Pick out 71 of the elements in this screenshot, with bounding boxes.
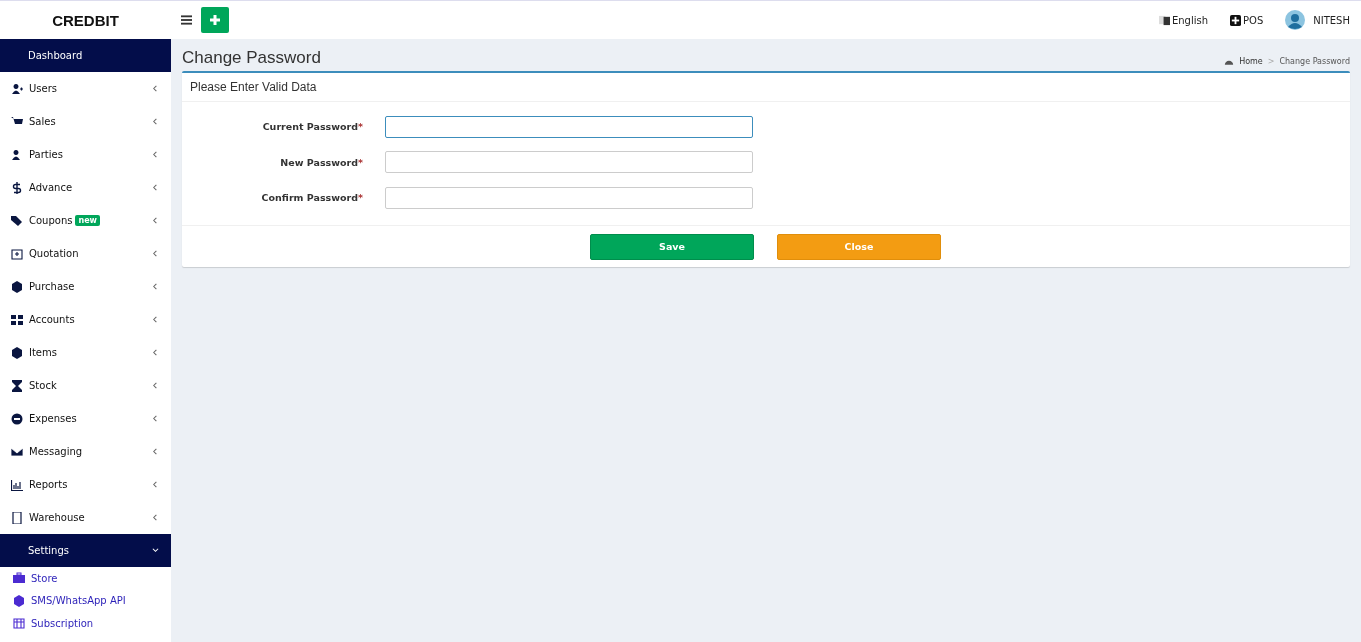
chevron-left-icon (152, 250, 159, 257)
form-heading: Please Enter Valid Data (182, 73, 1350, 102)
submenu-item[interactable]: SMS/WhatsApp API (0, 589, 171, 612)
chevron-left-icon (152, 217, 159, 224)
plus-square-icon (1230, 14, 1241, 26)
envelope-icon (11, 445, 23, 458)
sidebar-item[interactable]: Warehouse (0, 501, 171, 534)
sidebar-item[interactable]: Settings (0, 534, 171, 567)
sidebar-item[interactable]: Users (0, 72, 171, 105)
calendar-icon (11, 247, 23, 260)
sidebar-item[interactable]: Items (0, 336, 171, 369)
sidebar-item[interactable]: Advance (0, 171, 171, 204)
menu-icon[interactable] (181, 15, 192, 25)
plus-icon (210, 15, 220, 25)
chevron-left-icon (152, 382, 159, 389)
breadcrumb-separator: > (1267, 57, 1275, 66)
chevron-left-icon (152, 283, 159, 290)
chevron-left-icon (152, 184, 159, 191)
sidebar-item[interactable]: Parties (0, 138, 171, 171)
sidebar-item[interactable]: Sales (0, 105, 171, 138)
briefcase-icon (13, 572, 25, 585)
sidebar-item[interactable]: Purchase (0, 270, 171, 303)
tag-icon (11, 214, 23, 227)
dollar-icon (11, 181, 23, 194)
user-add-icon (11, 82, 23, 95)
bar-chart-icon (11, 478, 23, 491)
minus-circle-icon (11, 412, 23, 425)
sidebar-item[interactable]: Messaging (0, 435, 171, 468)
page-title: Change Password (182, 48, 321, 68)
chevron-left-icon (152, 349, 159, 356)
sidebar-item[interactable]: Dashboard (0, 39, 171, 72)
chevron-left-icon (152, 448, 159, 455)
calendar-icon (13, 617, 25, 630)
chevron-left-icon (152, 481, 159, 488)
language-link[interactable]: English (1158, 14, 1208, 26)
submenu-item[interactable]: Subscription (0, 612, 171, 635)
sidebar-item[interactable]: Coupons new (0, 204, 171, 237)
new-badge: new (75, 215, 100, 226)
chevron-left-icon (152, 316, 159, 323)
sidebar-item[interactable]: Quotation (0, 237, 171, 270)
add-button[interactable] (201, 7, 229, 33)
sidebar-item[interactable]: Accounts (0, 303, 171, 336)
breadcrumb-link[interactable]: Change Password (1279, 57, 1350, 66)
brand-logo[interactable]: CREDBIT (0, 11, 171, 29)
grid-icon (11, 313, 23, 326)
field-label: Current Password* (261, 121, 363, 133)
cubes-icon (11, 346, 23, 359)
password-field[interactable] (385, 186, 753, 209)
building-icon (11, 511, 23, 524)
chevron-left-icon (152, 85, 159, 92)
password-field[interactable] (385, 151, 753, 174)
chevron-down-icon (152, 547, 159, 554)
submenu-item[interactable]: Store (0, 567, 171, 590)
chevron-left-icon (152, 151, 159, 158)
field-label: Confirm Password* (260, 192, 363, 204)
chevron-left-icon (152, 514, 159, 521)
sidebar-item[interactable]: Expenses (0, 402, 171, 435)
chevron-left-icon (152, 118, 159, 125)
field-label: New Password* (279, 156, 363, 168)
user-name[interactable]: NITESH (1313, 14, 1350, 26)
cube-icon (11, 280, 23, 293)
pos-link[interactable]: POS (1230, 14, 1264, 26)
chevron-left-icon (152, 415, 159, 422)
password-field[interactable] (385, 115, 753, 138)
breadcrumb-link[interactable]: Home (1239, 57, 1263, 66)
avatar-icon[interactable] (1285, 10, 1306, 30)
cube-icon (13, 594, 25, 607)
translate-icon (1158, 14, 1170, 26)
sidebar-item[interactable]: Reports (0, 468, 171, 501)
hourglass-icon (11, 379, 23, 392)
sidebar-item[interactable]: Stock (0, 369, 171, 402)
